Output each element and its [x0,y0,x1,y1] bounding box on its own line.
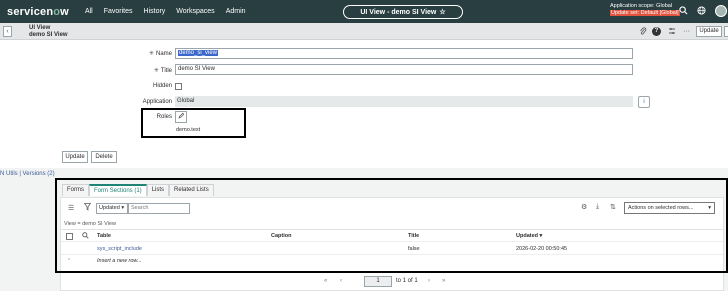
delete-button[interactable]: Delete [91,151,117,163]
context-title: UI View - demo SI View [360,8,437,16]
nav-workspaces[interactable]: Workspaces [176,8,214,15]
chevron-left-icon: ‹ [6,28,9,35]
app-scope-indicator[interactable]: Application scope: Global Update set: De… [610,3,680,17]
nav-favorites[interactable]: Favorites [104,8,133,15]
previous-page-icon[interactable]: ‹ [340,278,342,284]
edit-roles-button[interactable] [175,111,187,123]
user-avatar[interactable] [715,5,727,17]
help-icon[interactable]: ? [652,27,661,36]
star-outline-icon[interactable]: ☆ [439,8,445,16]
first-page-icon[interactable]: « [324,278,327,284]
next-page-icon[interactable]: › [428,278,430,284]
required-asterisk-icon: ✳ [153,68,159,74]
page-count-text: to 1 of 1 [396,278,418,284]
servicenow-logo[interactable]: servicenow [7,6,69,18]
paperclip-icon[interactable] [638,27,647,36]
sliders-icon[interactable] [667,27,676,36]
back-button[interactable]: ‹ [3,26,12,37]
scope-text: Application scope: Global [610,3,673,9]
required-asterisk-icon: ✳ [148,51,154,57]
hidden-label: Hidden [152,83,172,89]
last-page-icon[interactable]: » [442,278,445,284]
update-set-text: Update set: Default [Global] [610,10,680,16]
context-title-pill[interactable]: UI View - demo SI View ☆ [343,5,463,19]
form-title-record: demo SI View [29,31,68,38]
search-icon[interactable] [678,6,688,16]
globe-icon[interactable] [696,6,706,16]
title-field[interactable]: demo SI View [175,64,633,75]
name-label: ✳ Name [148,51,172,57]
more-options-icon[interactable]: ··· [682,27,691,36]
related-links[interactable]: N Utils | Versions (2) [0,171,55,177]
main-nav: All Favorites History Workspaces Admin [85,8,246,15]
name-field[interactable]: demo_si_view [175,48,633,59]
application-label: Application [142,99,172,105]
nav-all[interactable]: All [85,8,93,15]
top-navbar: servicenow All Favorites History Workspa… [0,0,728,23]
roles-label: Roles [156,114,172,120]
roles-value: demo.test [176,127,201,133]
nav-history[interactable]: History [144,8,166,15]
application-field: Global [175,96,633,107]
info-icon[interactable]: i [638,96,650,108]
pencil-icon [177,112,185,121]
hidden-checkbox[interactable] [175,83,182,90]
page-number-input[interactable]: 1 [364,276,392,287]
related-list-highlight-box [55,178,728,273]
title-label: ✳ Title [153,68,172,74]
roles-highlight-box [141,108,246,138]
header-next-button[interactable] [724,26,728,37]
form-header: ‹ UI View demo SI View ? ··· Update [0,23,728,40]
header-update-button[interactable]: Update [696,26,722,37]
update-button[interactable]: Update [62,151,88,163]
nav-admin[interactable]: Admin [226,8,246,15]
form-title: UI View demo SI View [29,25,68,38]
